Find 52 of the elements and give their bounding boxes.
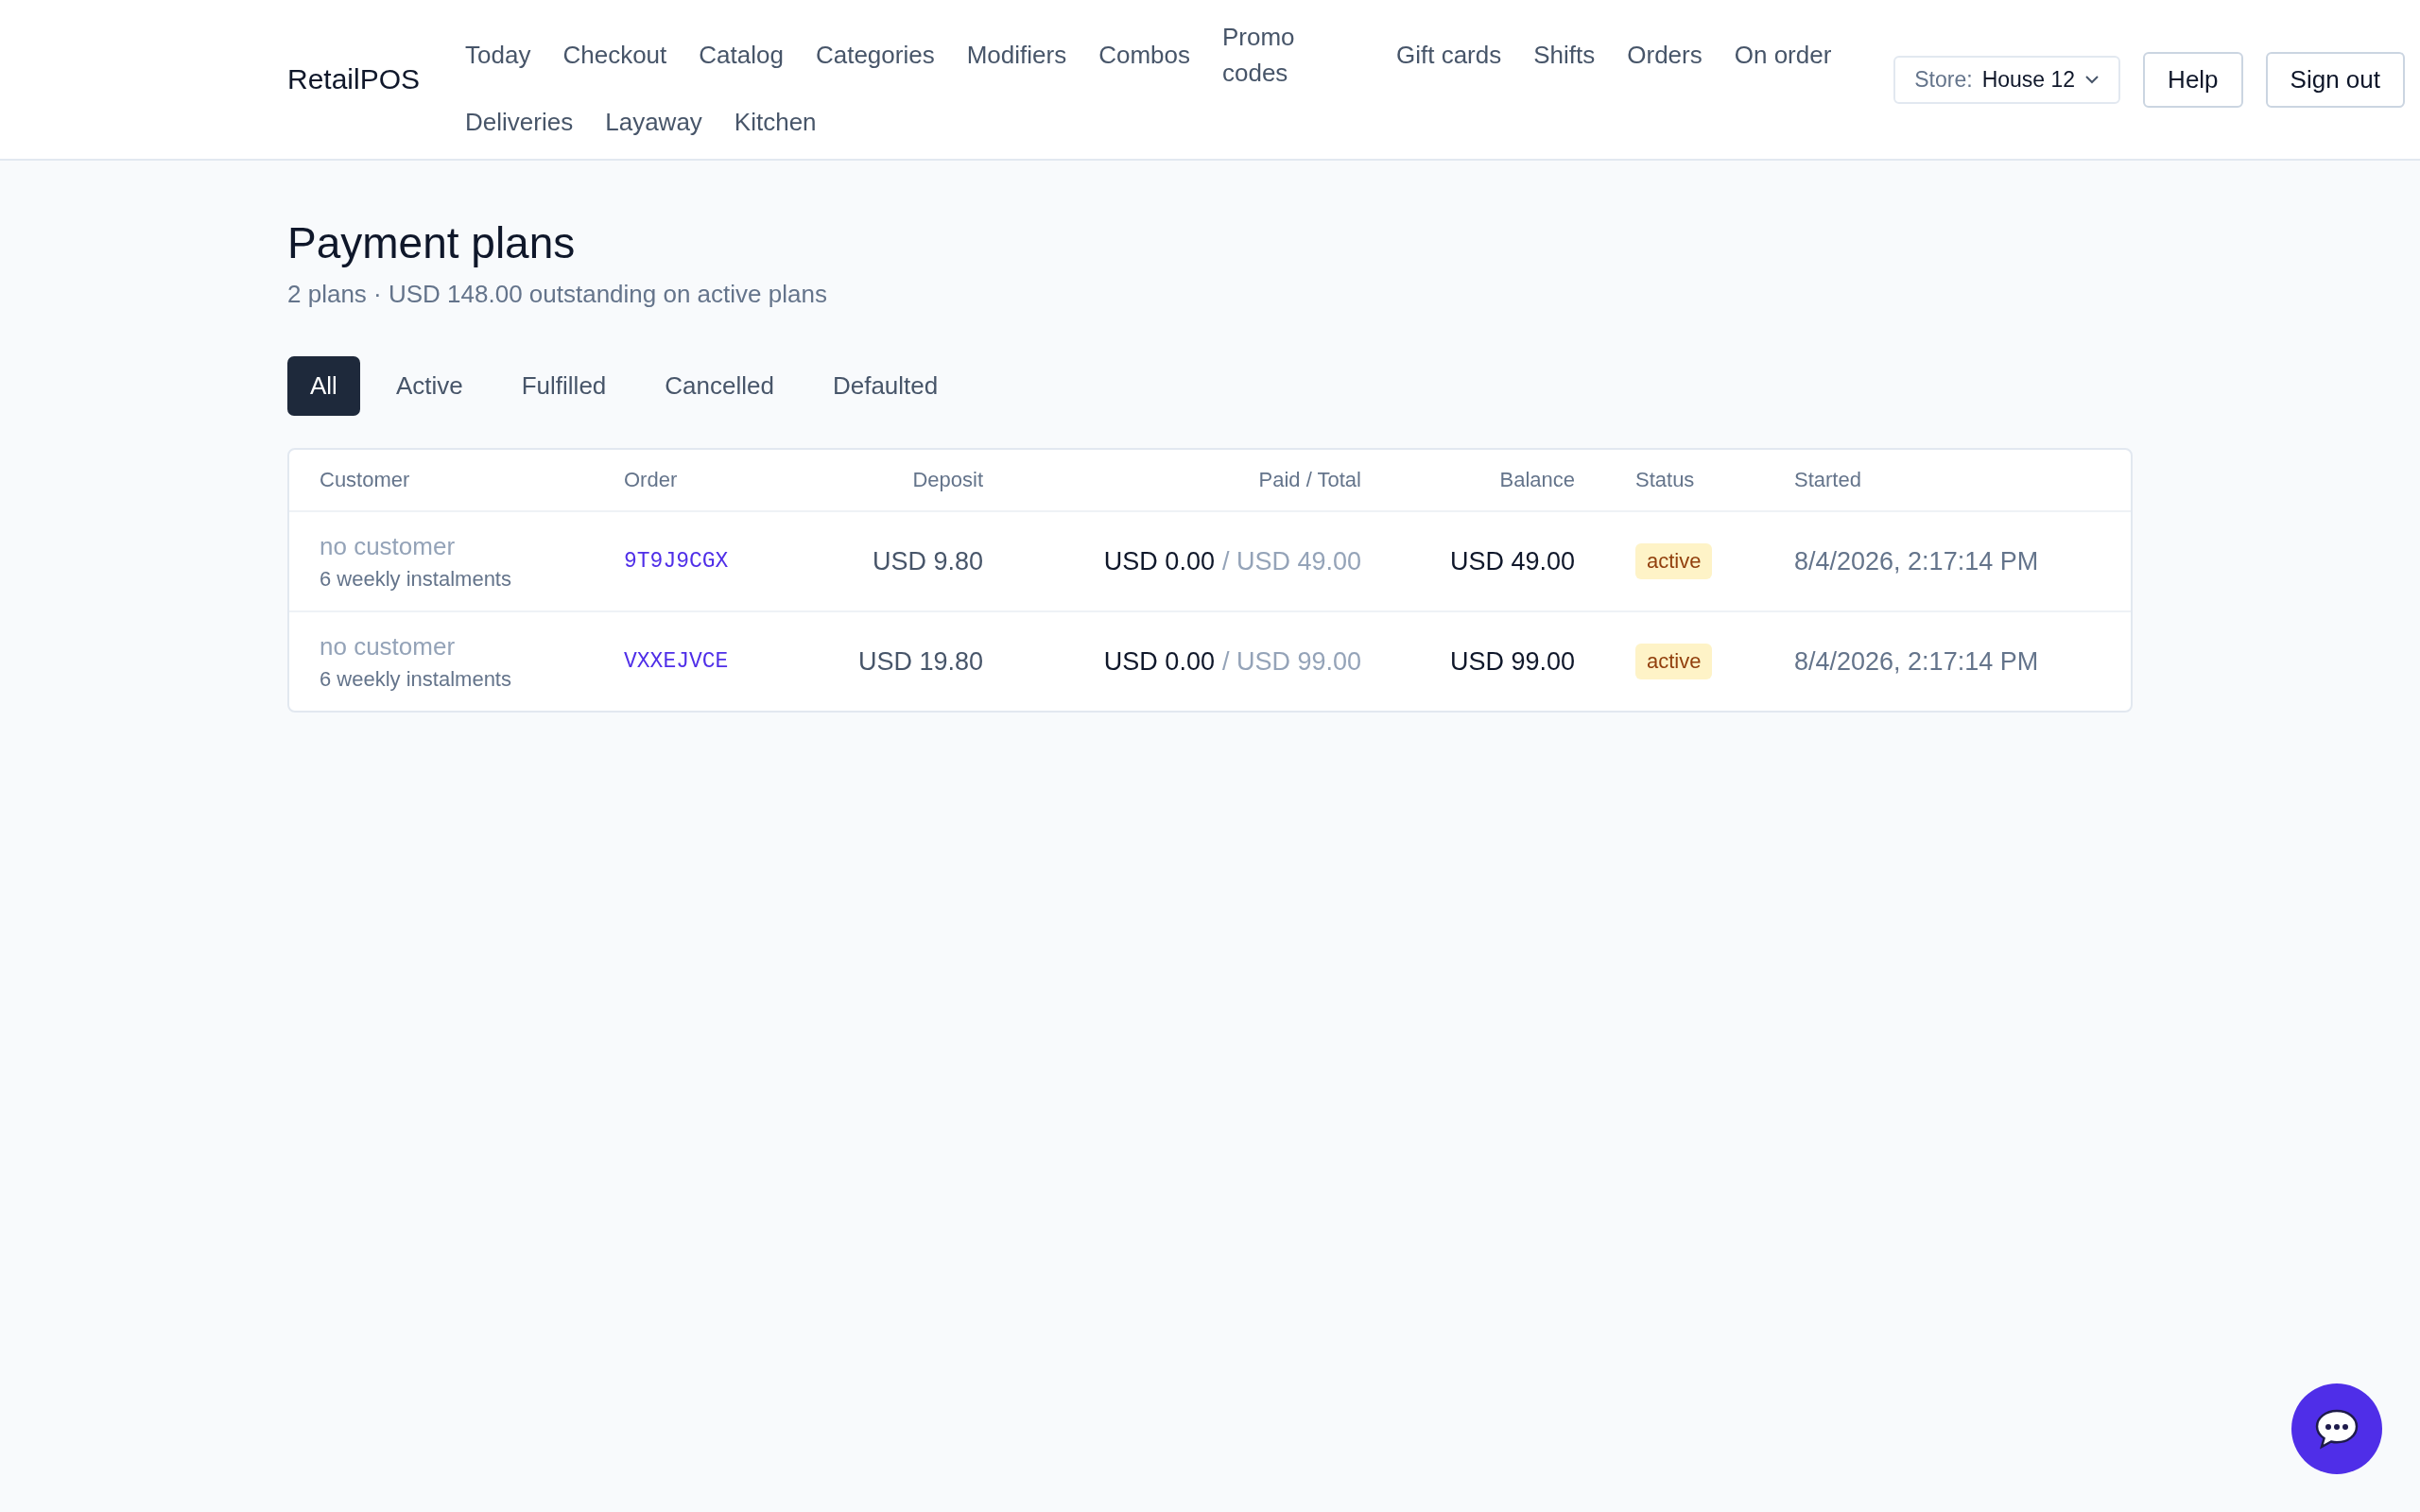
order-link[interactable]: VXXEJVCE — [624, 649, 775, 674]
filter-tab[interactable]: All — [287, 356, 360, 416]
page-title: Payment plans — [287, 217, 577, 268]
caret-icon — [2084, 75, 2100, 84]
nav-link[interactable]: Checkout — [562, 37, 667, 73]
customer-name: no customer — [320, 531, 457, 561]
filter-tab[interactable]: Defaulted — [809, 356, 961, 416]
store-select[interactable]: Store: House 12 — [1893, 55, 2121, 104]
deposit-cell-text: USD 9.80 — [871, 546, 983, 576]
filter-tab[interactable]: Active — [372, 356, 486, 416]
filter-tab[interactable]: Cancelled — [642, 356, 797, 416]
speech-bubble-icon — [2314, 1408, 2360, 1450]
nav-link[interactable]: Gift cards — [1395, 37, 1502, 73]
paid-amount: USD 0.00 — [1103, 546, 1215, 576]
column-header: Status — [1634, 468, 1696, 492]
customer-name: no customer — [320, 631, 457, 662]
schedule-text: 6 weekly instalments — [320, 666, 512, 692]
header-button[interactable]: Help — [2143, 51, 2243, 108]
status-badge: active — [1635, 543, 1713, 579]
filter-tab[interactable]: Fulfilled — [498, 356, 630, 416]
nav-link[interactable]: Kitchen — [734, 104, 817, 140]
balance-cell-text: USD 49.00 — [1448, 546, 1575, 576]
schedule-text: 6 weekly instalments — [320, 566, 512, 592]
balance-cell-text: USD 99.00 — [1448, 646, 1575, 677]
page-subtitle: 2 plans · USD 148.00 outstanding on active plans — [287, 280, 828, 309]
nav-link[interactable]: Categories — [815, 37, 935, 73]
column-header: Order — [624, 468, 679, 492]
nav-link[interactable]: Promo codes — [1221, 19, 1364, 91]
nav-link[interactable]: On order — [1734, 37, 1832, 73]
column-header: Paid / Total — [1257, 468, 1361, 492]
nav-link[interactable]: Shifts — [1533, 37, 1596, 73]
brand-name[interactable]: RetailPOS — [287, 63, 421, 95]
nav-link[interactable]: Layaway — [605, 104, 702, 140]
started-cell-text: 8/4/2026, 2:17:14 PM — [1793, 546, 2040, 576]
nav-link[interactable]: Orders — [1627, 37, 1703, 73]
deposit-cell-text: USD 19.80 — [856, 646, 983, 677]
nav-link[interactable]: Deliveries — [465, 104, 574, 140]
total-amount: / USD 49.00 — [1221, 546, 1361, 576]
column-header: Deposit — [911, 468, 983, 492]
header-button[interactable]: Sign out — [2265, 51, 2405, 108]
status-badge: active — [1635, 644, 1713, 679]
order-link[interactable]: 9T9J9CGX — [624, 549, 775, 574]
nav-link[interactable]: Modifiers — [966, 37, 1067, 73]
paid-amount: USD 0.00 — [1103, 646, 1215, 676]
started-cell-text: 8/4/2026, 2:17:14 PM — [1793, 646, 2040, 677]
column-header: Started — [1793, 468, 1862, 492]
nav-link[interactable]: Combos — [1098, 37, 1190, 73]
nav-link[interactable]: Catalog — [699, 37, 784, 73]
column-header: Balance — [1498, 468, 1575, 492]
nav-link[interactable]: Today — [465, 37, 531, 73]
total-amount: / USD 99.00 — [1221, 646, 1361, 676]
column-header: Customer — [320, 468, 411, 492]
